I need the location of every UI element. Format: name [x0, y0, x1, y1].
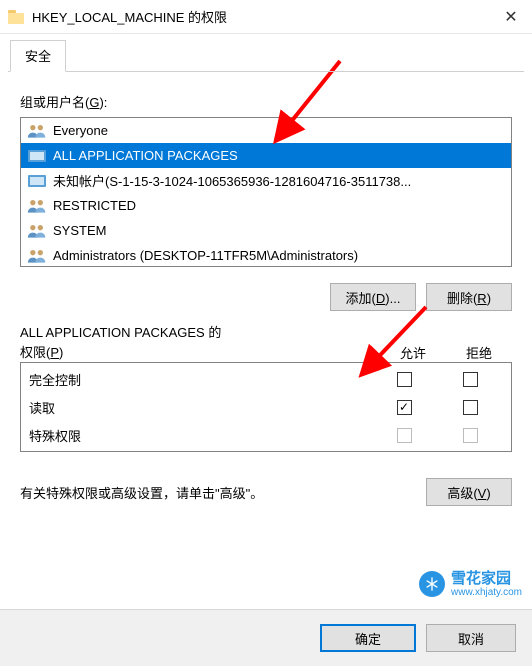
allow-checkbox[interactable]: [397, 400, 412, 415]
advanced-note: 有关特殊权限或高级设置，请单击"高级"。: [20, 483, 414, 502]
allow-checkbox: [397, 428, 412, 443]
tab-security[interactable]: 安全: [10, 40, 66, 72]
advanced-button[interactable]: 高级(V): [426, 478, 512, 506]
permission-row: 读取: [21, 393, 511, 421]
permission-row: 完全控制: [21, 365, 511, 393]
cancel-button[interactable]: 取消: [426, 624, 516, 652]
users-icon: [27, 198, 47, 214]
close-button[interactable]: ✕: [490, 0, 532, 34]
allow-checkbox[interactable]: [397, 372, 412, 387]
add-button[interactable]: 添加(D)...: [330, 283, 416, 311]
titlebar: HKEY_LOCAL_MACHINE 的权限 ✕: [0, 0, 532, 34]
list-item-label: Everyone: [53, 123, 108, 138]
users-icon: [27, 123, 47, 139]
col-allow: 允许: [380, 343, 446, 362]
list-item-label: SYSTEM: [53, 223, 106, 238]
deny-checkbox[interactable]: [463, 372, 478, 387]
window-title: HKEY_LOCAL_MACHINE 的权限: [32, 7, 490, 26]
list-item[interactable]: 未知帐户(S-1-15-3-1024-1065365936-1281604716…: [21, 168, 511, 193]
list-item[interactable]: RESTRICTED: [21, 193, 511, 218]
groups-listbox[interactable]: Everyone ALL APPLICATION PACKAGES 未知帐户(S-1…: [20, 117, 512, 267]
watermark: 雪花家园 www.xhjaty.com: [419, 571, 522, 599]
list-item[interactable]: Everyone: [21, 118, 511, 143]
list-item-label: 未知帐户(S-1-15-3-1024-1065365936-1281604716…: [53, 171, 411, 190]
permission-row: 特殊权限: [21, 421, 511, 449]
groups-label: 组或用户名(G):: [20, 92, 512, 111]
tab-content: 组或用户名(G): Everyone ALL APPLICATION PACKAG…: [0, 72, 532, 506]
list-item[interactable]: ALL APPLICATION PACKAGES: [21, 143, 511, 168]
list-item-label: ALL APPLICATION PACKAGES: [53, 148, 238, 163]
list-item[interactable]: Administrators (DESKTOP-11TFR5M\Administ…: [21, 243, 511, 267]
package-icon: [27, 148, 47, 164]
ok-button[interactable]: 确定: [320, 624, 416, 652]
deny-checkbox[interactable]: [463, 400, 478, 415]
list-item[interactable]: SYSTEM: [21, 218, 511, 243]
dialog-buttons: 确定 取消: [0, 609, 532, 666]
list-item-label: RESTRICTED: [53, 198, 136, 213]
package-icon: [27, 173, 47, 189]
users-icon: [27, 248, 47, 264]
users-icon: [27, 223, 47, 239]
permission-label: 读取: [29, 398, 371, 417]
permissions-listbox: 完全控制读取特殊权限: [20, 362, 512, 452]
permissions-header: ALL APPLICATION PACKAGES 的 权限(P) 允许 拒绝: [20, 323, 512, 362]
deny-checkbox: [463, 428, 478, 443]
list-item-label: Administrators (DESKTOP-11TFR5M\Administ…: [53, 248, 358, 263]
folder-icon: [8, 10, 24, 24]
tab-strip: 安全: [0, 34, 532, 72]
permission-label: 完全控制: [29, 370, 371, 389]
col-deny: 拒绝: [446, 343, 512, 362]
snowflake-icon: [419, 571, 445, 597]
remove-button[interactable]: 删除(R): [426, 283, 512, 311]
permission-label: 特殊权限: [29, 426, 371, 445]
